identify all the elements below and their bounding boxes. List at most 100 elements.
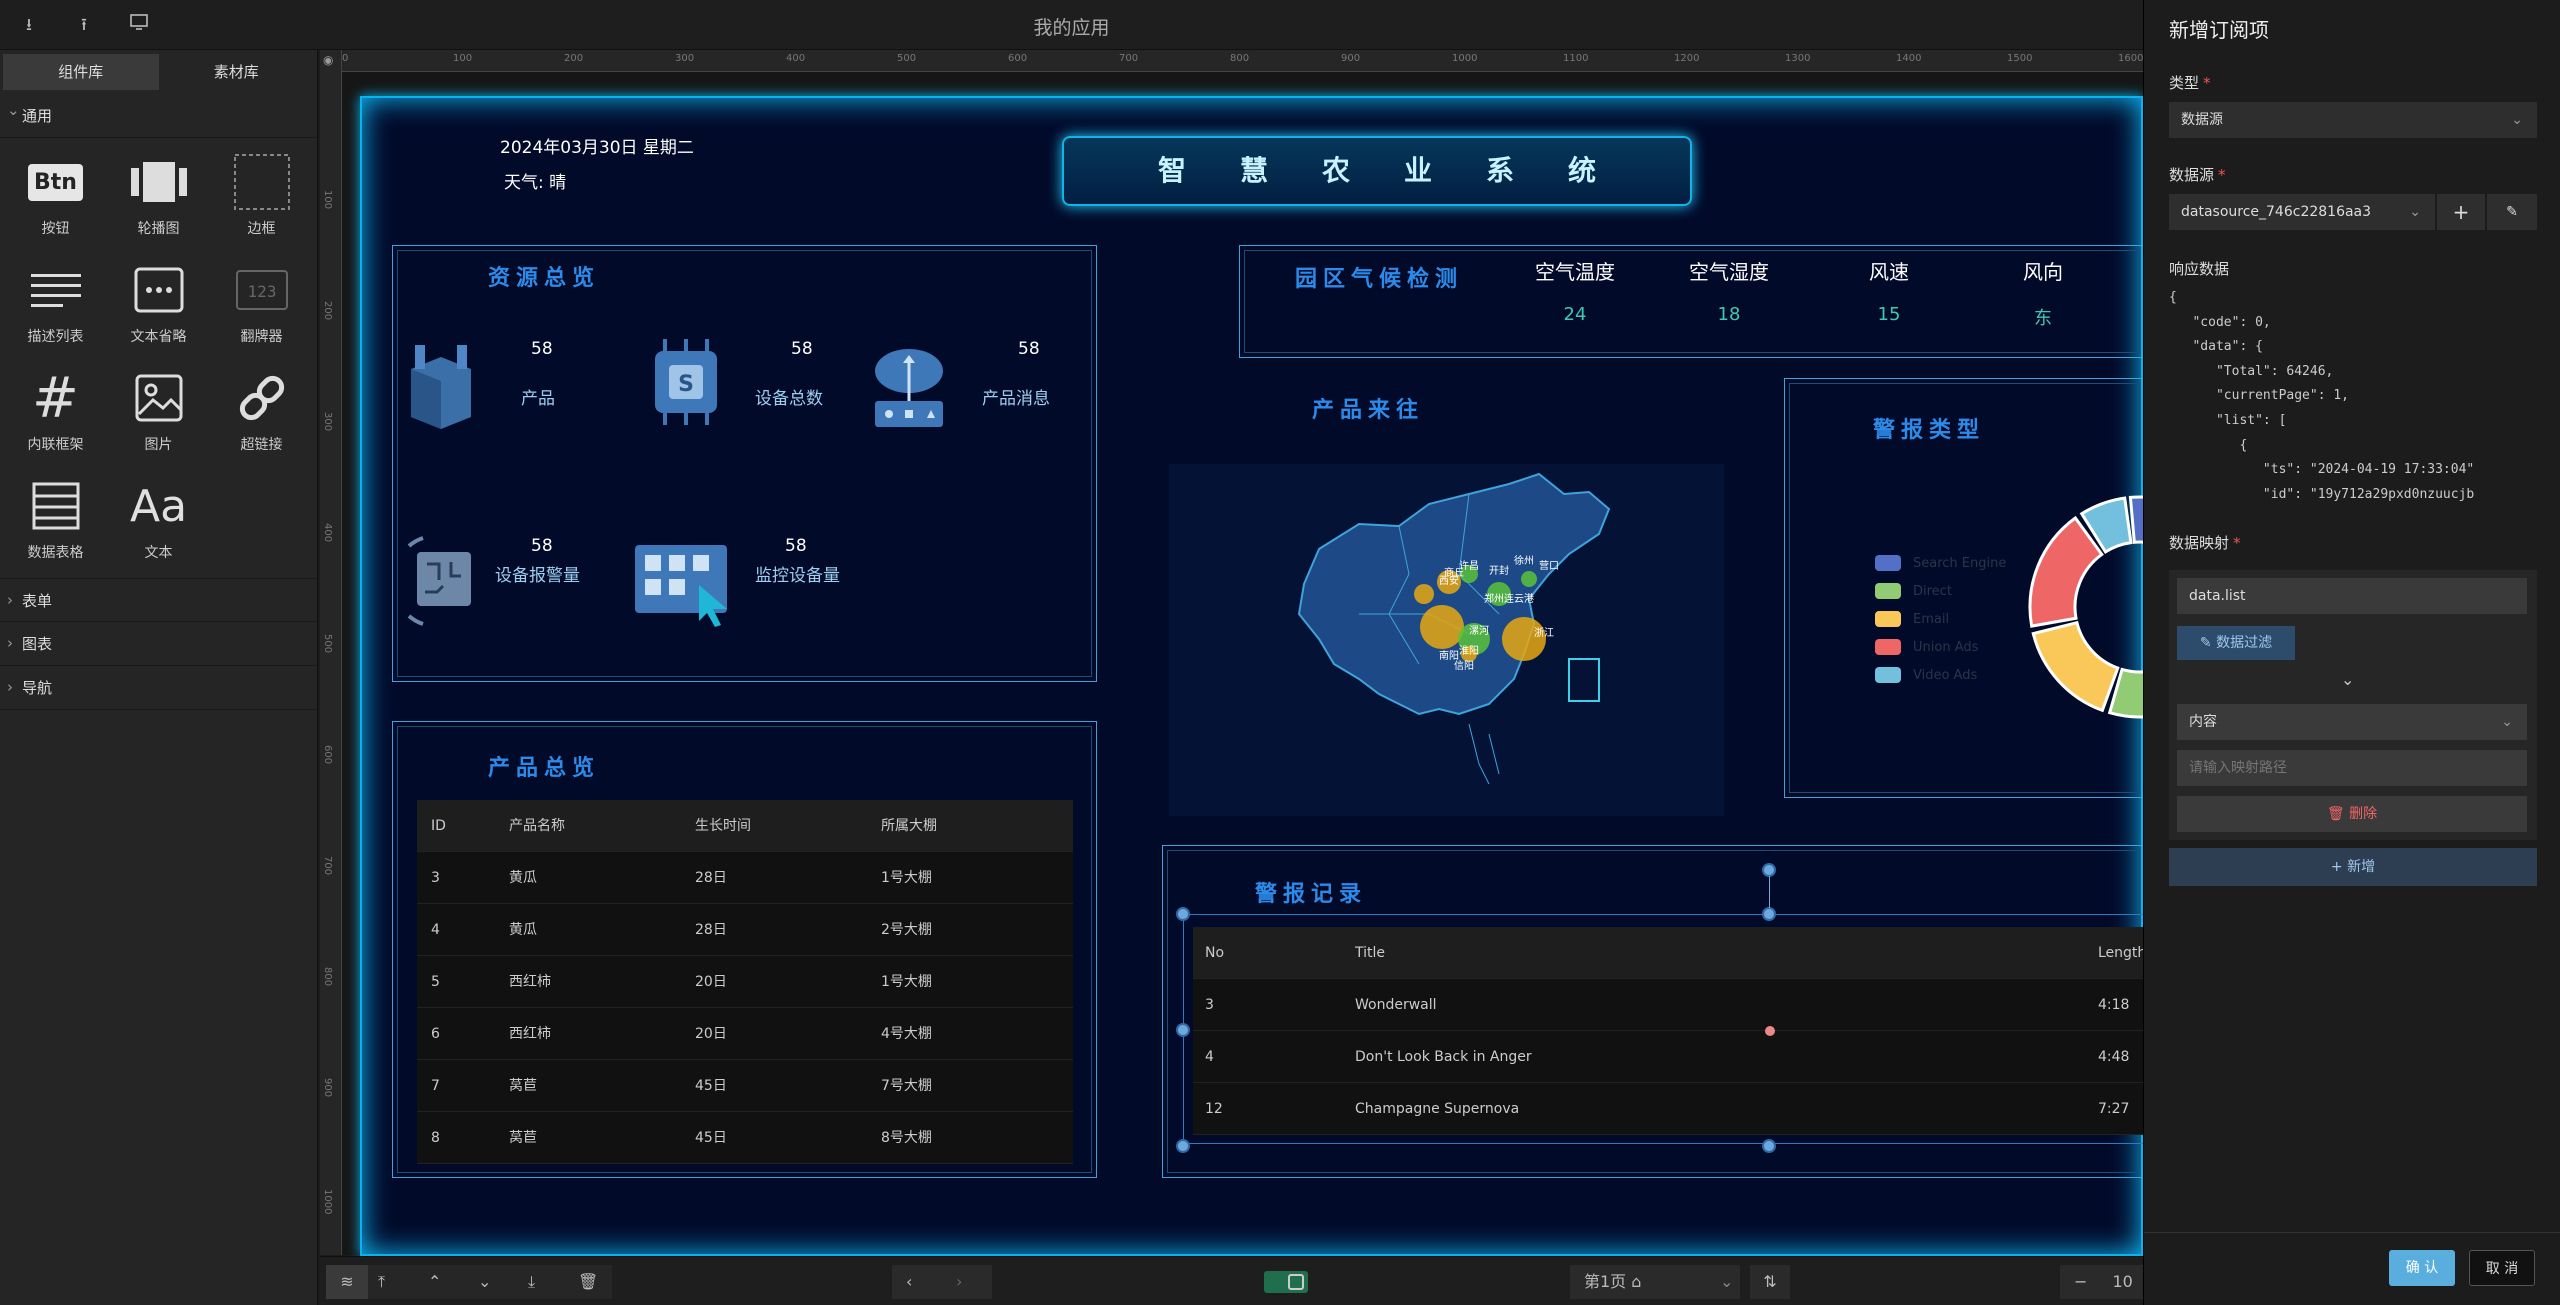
zoom-out-icon[interactable]: − xyxy=(2074,1272,2087,1291)
resize-handle-left[interactable] xyxy=(1176,1023,1190,1037)
weather-text: 天气: 晴 xyxy=(504,173,567,193)
move-bottom-icon[interactable]: ⤓ xyxy=(528,1265,535,1299)
col-title: Title xyxy=(1355,945,1386,961)
data-filter-button[interactable]: ✎ 数据过滤 xyxy=(2177,626,2295,660)
drawer-divider xyxy=(2144,1232,2560,1233)
layers-icon[interactable]: ≋ xyxy=(326,1265,368,1299)
add-datasource-button[interactable]: + xyxy=(2437,194,2485,230)
content-select[interactable]: 内容 ⌄ xyxy=(2177,704,2527,740)
resize-handle-bl[interactable] xyxy=(1176,1139,1190,1153)
comp-label: 文本 xyxy=(144,545,173,561)
comp-flip-counter[interactable]: 123 翻牌器 xyxy=(210,252,313,356)
col-no: No xyxy=(1205,945,1225,961)
tab-components[interactable]: 组件库 xyxy=(3,54,159,90)
alarm-records-panel[interactable]: 警报记录 No Title Length 3 Wonderwall 4:18 4 Don… xyxy=(1162,845,2168,1178)
product-msg-label: 产品消息 xyxy=(982,389,1050,409)
climate-panel[interactable]: 园区气候检测 空气温度 24 空气湿度 18 风速 15 风向 东 xyxy=(1239,245,2145,358)
ruler-label: 600 xyxy=(1008,53,1028,64)
confirm-button[interactable]: 确 认 xyxy=(2389,1250,2455,1286)
product-overview-panel[interactable]: 产品总览 ID 产品名称 生长时间 所属大棚 3 黄瓜 28日 1号大棚 4 黄瓜 28日 2… xyxy=(392,721,1097,1178)
page-select[interactable]: 第1页 ⌂ ⌄ xyxy=(1570,1265,1740,1299)
comp-iframe[interactable]: # 内联框架 xyxy=(4,360,107,464)
move-down-icon[interactable]: ⌄ xyxy=(478,1265,491,1299)
editor-canvas[interactable]: 0 100 200 300 400 500 600 700 800 900 1000 1100 1200… xyxy=(320,50,2168,1256)
next-page-icon[interactable]: › xyxy=(956,1265,962,1299)
donut-slice[interactable] xyxy=(2031,620,2120,713)
table-row[interactable]: 7 莴苣 45日 7号大棚 xyxy=(417,1060,1073,1112)
col-grow-time: 生长时间 xyxy=(695,818,751,834)
device-total-count: 58 xyxy=(791,339,813,359)
eye-icon[interactable]: ◉ xyxy=(323,53,333,67)
edit-datasource-button[interactable]: ✎ xyxy=(2487,194,2537,230)
page-sort-icon[interactable]: ⇅ xyxy=(1750,1265,1790,1299)
comp-text-ellipsis[interactable]: 文本省略 xyxy=(107,252,210,356)
datasource-select[interactable]: datasource_746c22816aa3 ⌄ xyxy=(2169,194,2435,230)
resize-handle-bottom[interactable] xyxy=(1762,1139,1776,1153)
map-point[interactable] xyxy=(1420,605,1464,649)
resource-panel[interactable]: 资源总览 58 产品 S 58 设备总数 58 产品消息 58 设备报警量 58… xyxy=(392,245,1097,682)
table-cell: Champagne Supernova xyxy=(1355,1101,1520,1117)
rotate-handle[interactable] xyxy=(1762,863,1776,877)
cancel-button[interactable]: 取 消 xyxy=(2469,1250,2535,1286)
group-form[interactable]: 表单 xyxy=(0,578,317,622)
carousel-icon xyxy=(128,152,190,212)
comp-carousel[interactable]: 轮播图 xyxy=(107,144,210,248)
comp-image[interactable]: 图片 xyxy=(107,360,210,464)
map-city-label: 浙江 xyxy=(1534,627,1554,639)
table-cell: Don't Look Back in Anger xyxy=(1355,1049,1532,1065)
move-up-icon[interactable]: ⌃ xyxy=(428,1265,441,1299)
table-row[interactable]: 3 Wonderwall 4:18 xyxy=(1193,979,2168,1031)
prev-page-icon[interactable]: ‹ xyxy=(906,1265,912,1299)
table-row[interactable]: 3 黄瓜 28日 1号大棚 xyxy=(417,852,1073,904)
group-nav[interactable]: 导航 xyxy=(0,665,317,710)
type-select[interactable]: 数据源 ⌄ xyxy=(2169,102,2537,138)
legend-swatch xyxy=(1875,583,1901,599)
response-label: 响应数据 xyxy=(2169,260,2230,278)
comp-button[interactable]: Btn 按钮 xyxy=(4,144,107,248)
table-cell: 莴苣 xyxy=(509,1130,537,1146)
map-point[interactable] xyxy=(1414,584,1434,604)
china-map[interactable]: 徐州 许昌 开封 商丘 连云港 西安 郑州 漯河 淮阳 南阳 浙江 信阳 营口 xyxy=(1169,464,1724,816)
delete-button[interactable]: 🗑 删除 xyxy=(2177,796,2527,832)
toggle-switch[interactable] xyxy=(1264,1271,1308,1293)
resize-handle-top[interactable] xyxy=(1762,907,1776,921)
zoom-value[interactable]: 10 xyxy=(2113,1272,2133,1291)
comp-description-list[interactable]: 描述列表 xyxy=(4,252,107,356)
table-row[interactable]: 6 西红柿 20日 4号大棚 xyxy=(417,1008,1073,1060)
comp-link[interactable]: 超链接 xyxy=(210,360,313,464)
mapping-path-input[interactable]: data.list xyxy=(2177,578,2527,614)
comp-label: 数据表格 xyxy=(27,545,84,561)
comp-border[interactable]: 边框 xyxy=(210,144,313,248)
expand-down-icon[interactable]: ⌄ xyxy=(2341,670,2354,689)
table-row[interactable]: 12 Champagne Supernova 7:27 xyxy=(1193,1083,2168,1135)
resize-handle-tl[interactable] xyxy=(1176,907,1190,921)
table-row[interactable]: 4 黄瓜 28日 2号大棚 xyxy=(417,904,1073,956)
map-city-label: 连云港 xyxy=(1504,592,1534,605)
map-point[interactable] xyxy=(1502,617,1546,661)
resource-title: 资源总览 xyxy=(488,266,601,291)
table-row[interactable]: 5 西红柿 20日 1号大棚 xyxy=(417,956,1073,1008)
table-cell: 4 xyxy=(1205,1049,1214,1065)
plus-icon: + xyxy=(2330,859,2348,875)
map-point[interactable] xyxy=(1521,571,1537,587)
tab-assets[interactable]: 素材库 xyxy=(159,54,315,90)
alarm-type-panel[interactable]: 警报类型 Search Engine Direct Email Union Ads Vi… xyxy=(1784,378,2150,798)
table-row[interactable]: 4 Don't Look Back in Anger 4:48 xyxy=(1193,1031,2168,1083)
comp-table[interactable]: 数据表格 xyxy=(4,468,107,572)
donut-slice[interactable] xyxy=(2028,515,2104,628)
json-line: { xyxy=(2169,290,2177,305)
table-cell: 莴苣 xyxy=(509,1078,537,1094)
group-general[interactable]: 通用 xyxy=(0,88,317,138)
comp-text[interactable]: Aa 文本 xyxy=(107,468,210,572)
delete-icon[interactable]: 🗑 xyxy=(578,1265,598,1299)
group-chart[interactable]: 图表 xyxy=(0,621,317,666)
map-title: 产品来往 xyxy=(1312,398,1425,423)
move-top-icon[interactable]: ⤒ xyxy=(378,1265,385,1299)
table-row[interactable]: 8 莴苣 45日 8号大棚 xyxy=(417,1112,1073,1164)
table-cell: 7 xyxy=(431,1078,440,1094)
anchor-point[interactable] xyxy=(1765,1026,1775,1036)
air-temp-label: 空气温度 xyxy=(1535,260,1615,284)
mapping-path-field[interactable] xyxy=(2177,750,2527,786)
add-mapping-button[interactable]: + 新增 xyxy=(2169,848,2537,886)
type-select-value: 数据源 xyxy=(2181,112,2223,128)
